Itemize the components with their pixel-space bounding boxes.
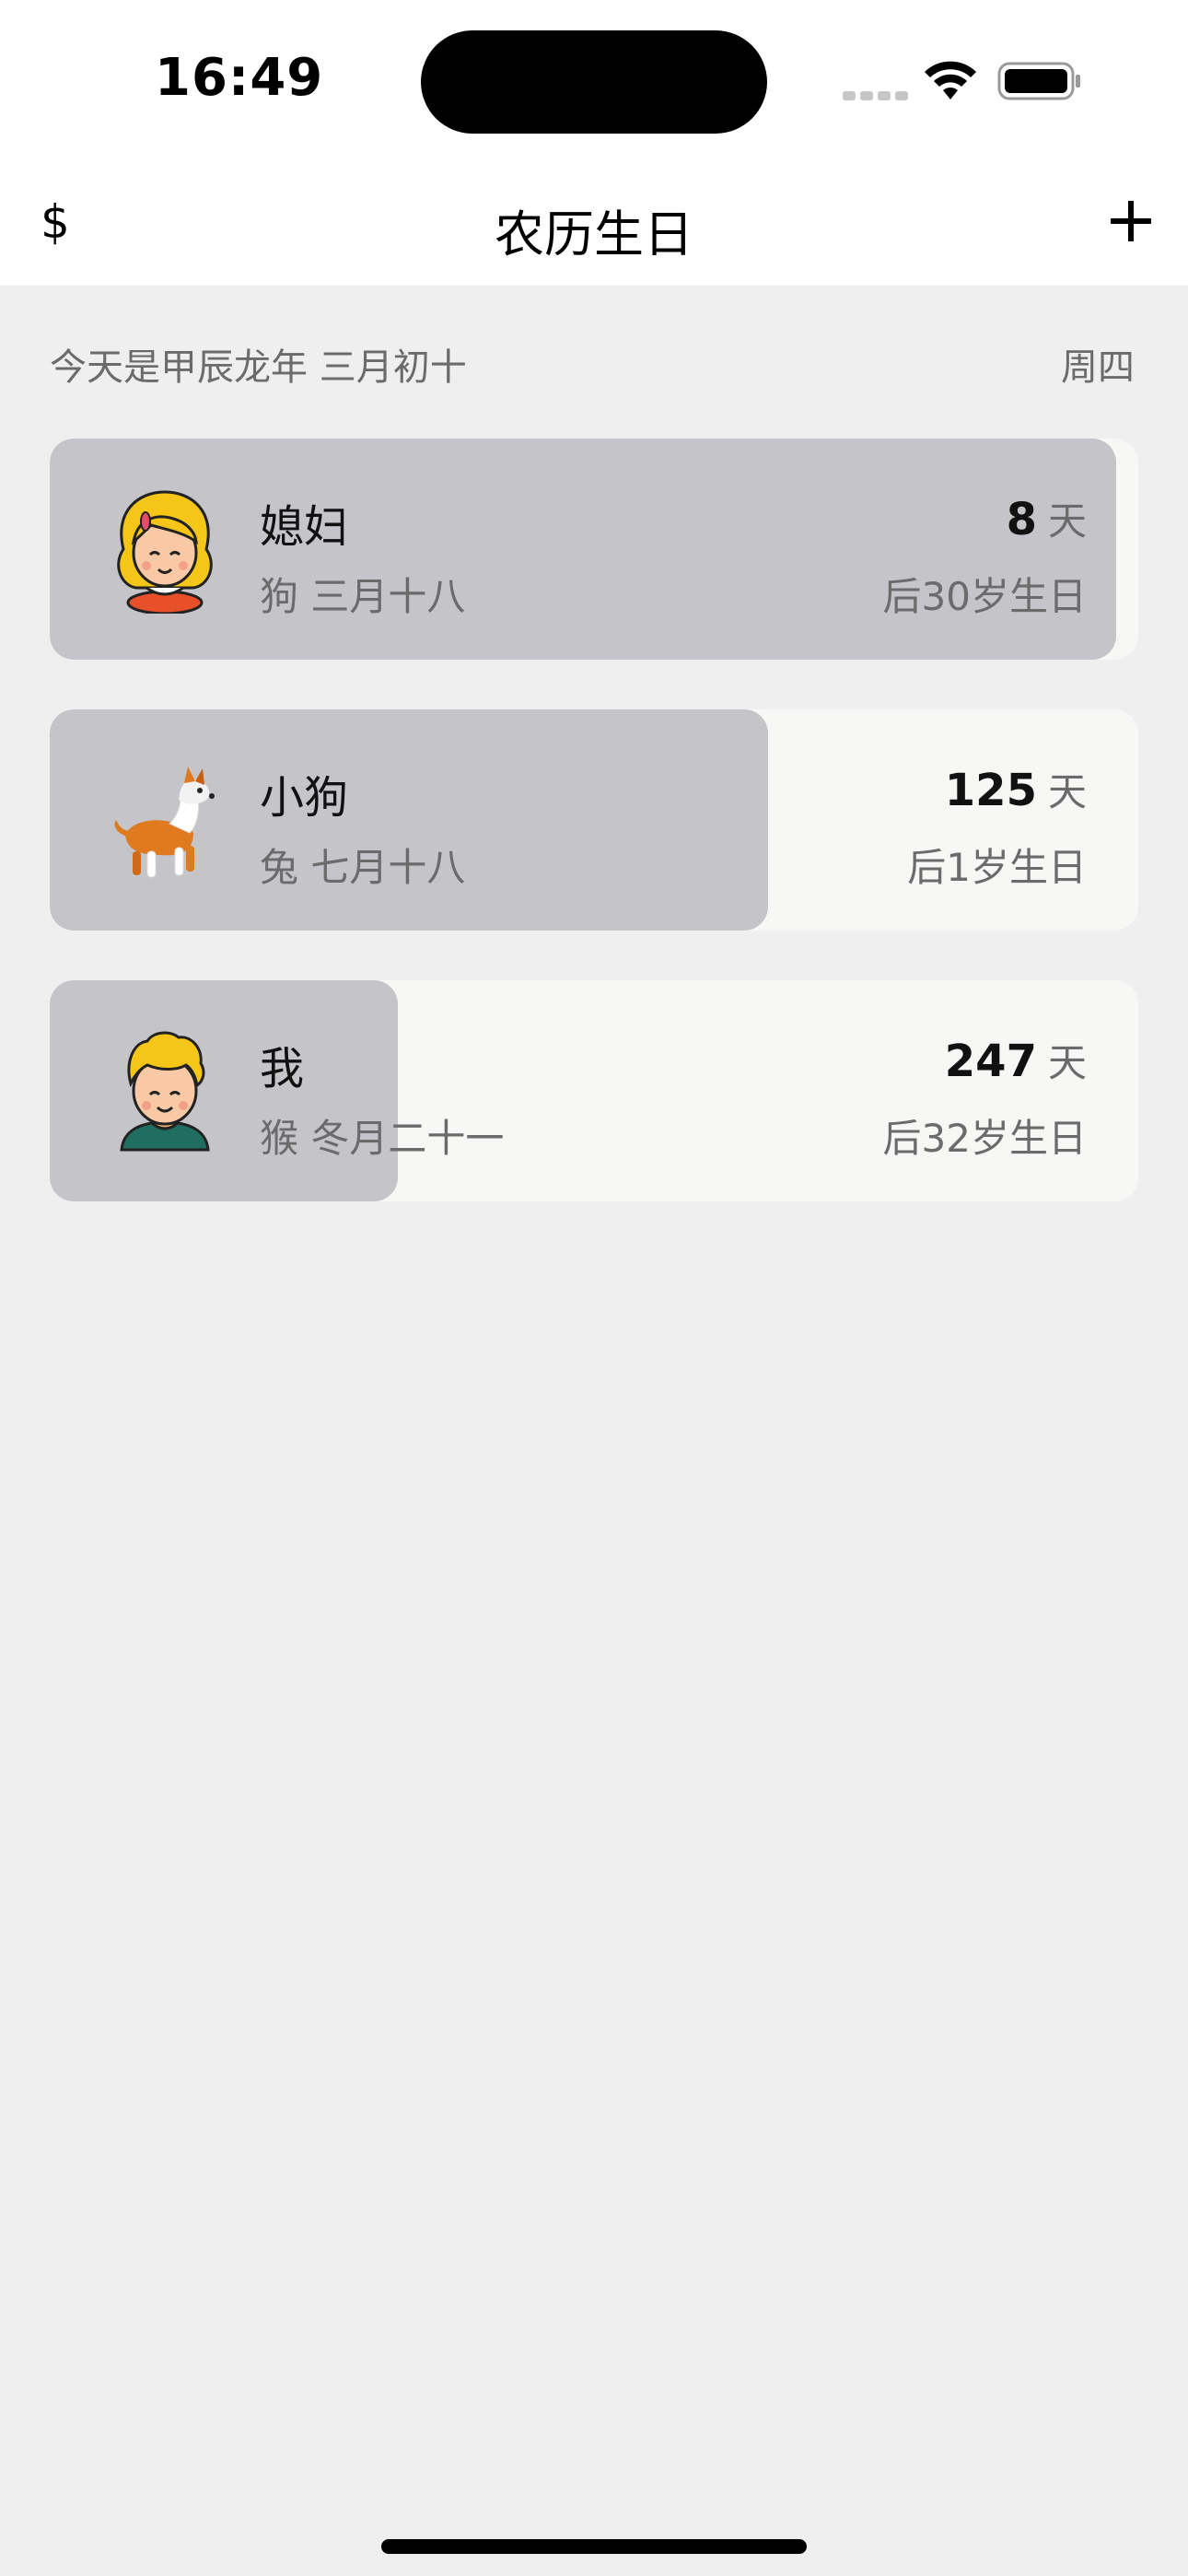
card-age-text: 后1岁生日 bbox=[907, 845, 1087, 890]
card-age-text: 后32岁生日 bbox=[882, 1116, 1087, 1161]
card-lunar-date: 兔 七月十八 bbox=[260, 845, 466, 890]
dynamic-island bbox=[421, 30, 767, 134]
days-number: 247 bbox=[944, 1036, 1037, 1087]
boy-avatar-icon bbox=[120, 1031, 210, 1152]
navigation-bar: 农历生日 $ bbox=[0, 157, 1188, 286]
days-unit: 天 bbox=[1047, 769, 1087, 814]
days-unit: 天 bbox=[1047, 1040, 1087, 1085]
days-countdown: 125 天 bbox=[945, 761, 1087, 817]
wifi-icon bbox=[925, 61, 976, 100]
battery-icon bbox=[997, 62, 1080, 100]
status-time: 16:49 bbox=[155, 48, 324, 108]
days-countdown: 8天 bbox=[1007, 490, 1087, 546]
days-unit: 天 bbox=[1047, 498, 1087, 544]
girl-avatar-icon bbox=[117, 490, 213, 614]
home-indicator bbox=[381, 2539, 807, 2554]
add-button[interactable] bbox=[1103, 193, 1159, 249]
days-number: 8 bbox=[1006, 494, 1037, 545]
birthday-card[interactable]: 媳妇 狗 三月十八 8天 后30岁生日 bbox=[50, 439, 1138, 660]
card-name: 小狗 bbox=[260, 772, 349, 824]
days-number: 125 bbox=[944, 765, 1037, 816]
dog-avatar-icon bbox=[114, 767, 215, 878]
card-age-text: 后30岁生日 bbox=[882, 574, 1087, 619]
weekday-label: 周四 bbox=[1061, 346, 1135, 389]
page-title: 农历生日 bbox=[495, 205, 693, 263]
card-name: 我 bbox=[260, 1043, 305, 1095]
birthday-card[interactable]: 小狗 兔 七月十八 125 天 后1岁生日 bbox=[50, 709, 1138, 931]
days-countdown: 247 天 bbox=[945, 1032, 1087, 1088]
card-lunar-date: 狗 三月十八 bbox=[260, 574, 466, 619]
card-name: 媳妇 bbox=[260, 501, 349, 553]
cellular-signal-icon bbox=[843, 87, 913, 104]
status-bar: 16:49 bbox=[0, 0, 1188, 157]
dollar-button[interactable]: $ bbox=[41, 195, 70, 249]
card-lunar-date: 猴 冬月二十一 bbox=[260, 1116, 505, 1161]
birthday-card[interactable]: 我 猴 冬月二十一 247 天 后32岁生日 bbox=[50, 980, 1138, 1201]
today-lunar-label: 今天是甲辰龙年 三月初十 bbox=[50, 346, 467, 389]
